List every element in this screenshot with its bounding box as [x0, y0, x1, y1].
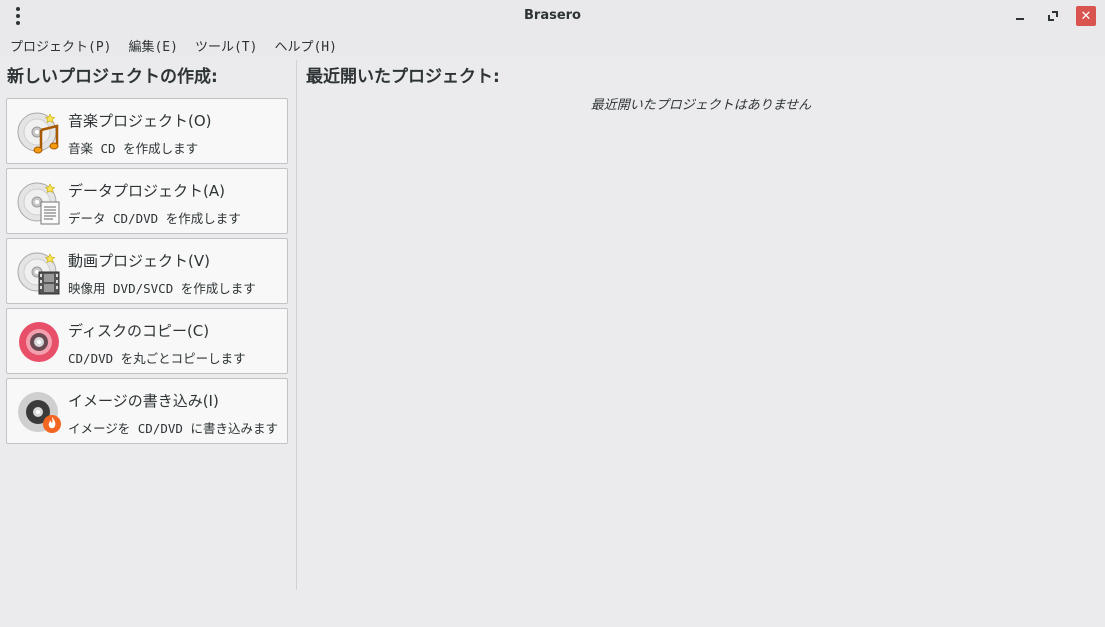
new-project-heading: 新しいプロジェクトの作成: — [7, 67, 218, 87]
audio-cd-icon — [17, 112, 59, 154]
video-disc-icon — [17, 252, 60, 295]
disc-copy-title: ディスクのコピー(C) — [68, 322, 210, 340]
minimize-icon — [1016, 18, 1024, 20]
video-project-title: 動画プロジェクト(V) — [68, 252, 210, 270]
maximize-icon — [1048, 11, 1058, 21]
menu-tools[interactable]: ツール(T) — [195, 36, 257, 55]
data-project-title: データプロジェクト(A) — [68, 182, 225, 200]
menu-bar: プロジェクト(P) 編集(E) ツール(T) ヘルプ(H) — [0, 33, 1105, 57]
audio-project-title: 音楽プロジェクト(O) — [68, 112, 212, 130]
audio-project-button[interactable]: 音楽プロジェクト(O) 音楽 CD を作成します — [6, 98, 288, 164]
disc-copy-button[interactable]: ディスクのコピー(C) CD/DVD を丸ごとコピーします — [6, 308, 288, 374]
window-title: Brasero — [524, 8, 581, 23]
data-project-button[interactable]: データプロジェクト(A) データ CD/DVD を作成します — [6, 168, 288, 234]
minimize-button[interactable] — [1010, 6, 1030, 26]
menu-help[interactable]: ヘルプ(H) — [274, 36, 336, 55]
maximize-button[interactable] — [1043, 6, 1063, 26]
burn-image-desc: イメージを CD/DVD に書き込みます — [68, 421, 278, 436]
menu-edit[interactable]: 編集(E) — [128, 36, 177, 55]
data-project-desc: データ CD/DVD を作成します — [68, 211, 241, 226]
video-project-button[interactable]: 動画プロジェクト(V) 映像用 DVD/SVCD を作成します — [6, 238, 288, 304]
pane-divider[interactable] — [296, 60, 297, 590]
disc-copy-desc: CD/DVD を丸ごとコピーします — [68, 351, 246, 366]
burn-image-icon — [18, 392, 61, 433]
close-button[interactable]: ✕ — [1076, 6, 1096, 26]
data-disc-icon — [17, 182, 60, 225]
close-icon: ✕ — [1080, 8, 1092, 24]
disc-copy-icon — [19, 322, 59, 362]
title-bar: Brasero ✕ — [0, 0, 1105, 33]
menu-project[interactable]: プロジェクト(P) — [10, 36, 111, 55]
video-project-desc: 映像用 DVD/SVCD を作成します — [68, 281, 256, 296]
audio-project-desc: 音楽 CD を作成します — [68, 141, 199, 156]
recent-projects-heading: 最近開いたプロジェクト: — [306, 67, 500, 87]
no-recent-projects-message: 最近開いたプロジェクトはありません — [590, 98, 812, 113]
burn-image-title: イメージの書き込み(I) — [68, 392, 219, 410]
burn-image-button[interactable]: イメージの書き込み(I) イメージを CD/DVD に書き込みます — [6, 378, 288, 444]
